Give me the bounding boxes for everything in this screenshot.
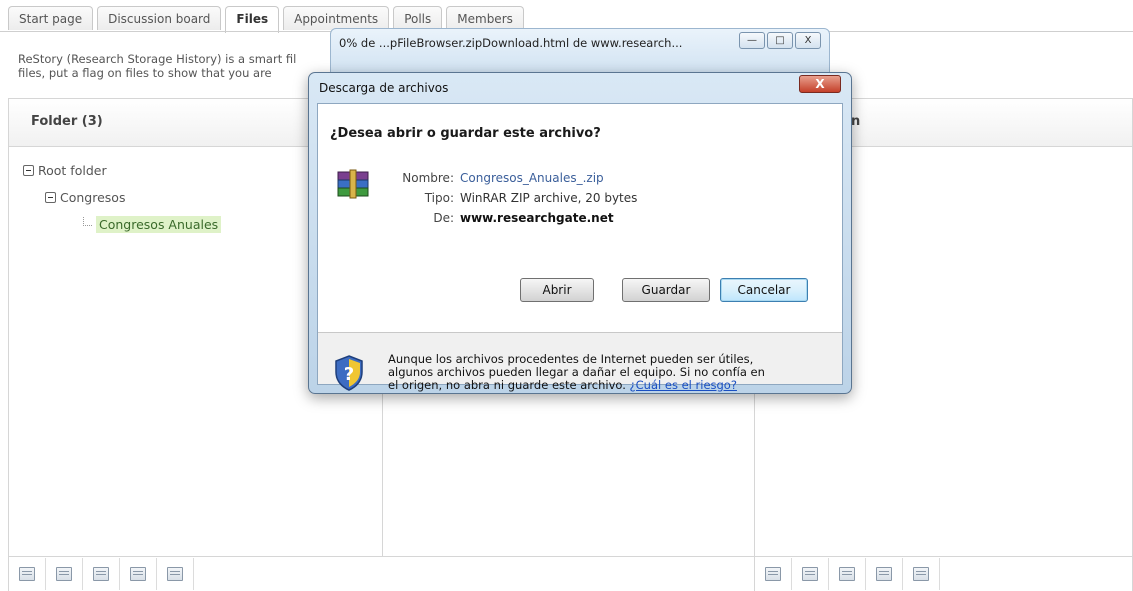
file-name-label: Nombre: (402, 171, 454, 185)
tab-start-page[interactable]: Start page (8, 6, 94, 30)
folder-toolbar (9, 556, 382, 591)
upload-file-button[interactable] (755, 558, 792, 590)
collapse-icon[interactable] (23, 165, 34, 176)
tab-polls[interactable]: Polls (393, 6, 443, 30)
delete-file-icon (876, 567, 892, 581)
file-info: Nombre: Congresos_Anuales_.zip Tipo: Win… (378, 168, 637, 228)
tree-label-congresos: Congresos (60, 190, 126, 205)
upload-button[interactable] (157, 558, 194, 590)
svg-text:?: ? (344, 364, 354, 385)
file-name-value: Congresos_Anuales_.zip (460, 171, 604, 185)
warning-line-3-text: el origen, no abra ni guarde este archiv… (388, 378, 626, 392)
history-button[interactable] (903, 558, 940, 590)
details-toolbar (755, 556, 1132, 591)
dialog-close-button[interactable]: X (799, 75, 841, 93)
warning-line-3: el origen, no abra ni guarde este archiv… (388, 379, 788, 392)
tab-discussion-board[interactable]: Discussion board (97, 6, 222, 30)
rename-folder-icon (56, 567, 72, 581)
minimize-button[interactable]: — (739, 32, 765, 49)
save-button[interactable]: Guardar (622, 278, 710, 302)
delete-folder-button[interactable] (83, 558, 120, 590)
download-folder-icon (130, 567, 146, 581)
close-window-button[interactable]: X (795, 32, 821, 49)
window-controls: — □ X (739, 32, 821, 49)
file-source-label: De: (433, 211, 454, 225)
dialog-body: ¿Desea abrir o guardar este archivo? Nom… (317, 103, 843, 392)
new-folder-button[interactable] (9, 558, 46, 590)
download-folder-button[interactable] (120, 558, 157, 590)
upload-file-icon (765, 567, 781, 581)
files-toolbar (382, 556, 754, 591)
file-type-label: Tipo: (424, 191, 454, 205)
upload-icon (167, 567, 183, 581)
download-file-icon (802, 567, 818, 581)
security-warning: ? Aunque los archivos procedentes de Int… (318, 333, 842, 392)
tab-appointments[interactable]: Appointments (283, 6, 390, 30)
lock-file-button[interactable] (829, 558, 866, 590)
winrar-archive-icon (337, 169, 369, 199)
lock-file-icon (839, 567, 855, 581)
new-folder-icon (19, 567, 35, 581)
risk-link[interactable]: ¿Cuál es el riesgo? (630, 378, 737, 392)
rename-folder-button[interactable] (46, 558, 83, 590)
file-source-value: www.researchgate.net (460, 211, 614, 225)
history-icon (913, 567, 929, 581)
tree-item-congresos-anuales[interactable]: Congresos Anuales (83, 216, 222, 233)
maximize-button[interactable]: □ (767, 32, 793, 49)
tree-label-congresos-anuales: Congresos Anuales (96, 216, 222, 233)
download-window-title: 0% de ...pFileBrowser.zipDownload.html d… (339, 36, 683, 50)
collapse-icon[interactable] (45, 192, 56, 203)
dialog-question: ¿Desea abrir o guardar este archivo? (330, 126, 601, 141)
tree-connector (83, 217, 92, 226)
security-warning-text: Aunque los archivos procedentes de Inter… (388, 353, 788, 392)
delete-file-button[interactable] (866, 558, 903, 590)
file-type-value: WinRAR ZIP archive, 20 bytes (460, 191, 638, 205)
security-shield-icon: ? (335, 355, 363, 391)
description-line-2: files, put a flag on files to show that … (18, 66, 272, 80)
file-download-dialog: Descarga de archivos X ¿Desea abrir o gu… (308, 72, 852, 394)
tree-label-root: Root folder (38, 163, 107, 178)
download-progress-window: 0% de ...pFileBrowser.zipDownload.html d… (330, 28, 830, 78)
tree-item-root[interactable]: Root folder (23, 163, 107, 178)
delete-folder-icon (93, 567, 109, 581)
file-source-row: De: www.researchgate.net (378, 208, 637, 228)
download-file-button[interactable] (792, 558, 829, 590)
tab-files[interactable]: Files (225, 6, 280, 33)
tab-members[interactable]: Members (446, 6, 524, 30)
file-type-row: Tipo: WinRAR ZIP archive, 20 bytes (378, 188, 638, 208)
description-line-1: ReStory (Research Storage History) is a … (18, 52, 297, 66)
files-description: ReStory (Research Storage History) is a … (18, 52, 348, 80)
open-button[interactable]: Abrir (520, 278, 594, 302)
tree-item-congresos[interactable]: Congresos (45, 190, 125, 205)
file-name-row: Nombre: Congresos_Anuales_.zip (378, 168, 637, 188)
dialog-title: Descarga de archivos (319, 81, 449, 95)
cancel-button[interactable]: Cancelar (720, 278, 808, 302)
